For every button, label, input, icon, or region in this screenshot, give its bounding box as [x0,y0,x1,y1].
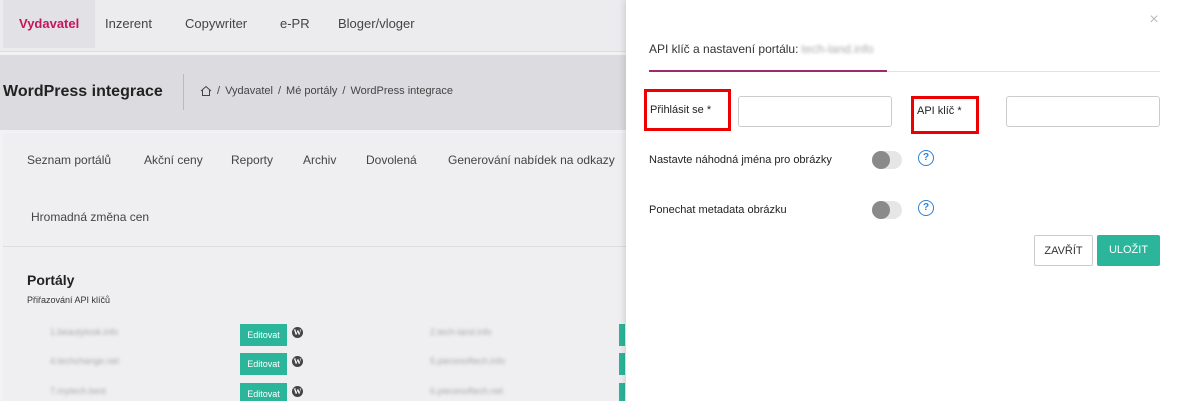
help-icon[interactable]: ? [918,200,934,216]
tab-e-pr[interactable]: e-PR [280,0,310,48]
modal-host: tech-land.info [801,42,874,56]
breadcrumb: / Vydavatel / Mé portály / WordPress int… [200,85,453,97]
edit-button-partial[interactable] [619,353,625,375]
modal-title-text: API klíč a nastavení portálu: [649,42,799,56]
subnav-akcni-ceny[interactable]: Akční ceny [144,153,203,167]
breadcrumb-vydavatel[interactable]: Vydavatel [225,85,273,97]
keep-metadata-toggle[interactable] [872,201,902,219]
breadcrumb-current: WordPress integrace [350,85,453,97]
login-input[interactable] [738,96,892,127]
help-icon[interactable]: ? [918,150,934,166]
edit-button-partial[interactable] [619,383,625,401]
api-key-modal: × API klíč a nastavení portálu: tech-land… [626,0,1188,401]
portal-name: 5.piecesoftech.info [430,356,506,366]
card-divider [3,246,643,247]
wordpress-icon: W [292,386,303,397]
tab-vydavatel[interactable]: Vydavatel [3,0,96,48]
close-button[interactable]: ZAVŘÍT [1034,235,1093,266]
toggle-knob [872,151,890,169]
subnav-archiv[interactable]: Archiv [303,153,336,167]
breadcrumb-separator: / [217,85,221,97]
wordpress-icon: W [292,327,303,338]
home-icon[interactable] [200,85,212,97]
subnav-generovani-nabidek[interactable]: Generování nabídek na odkazy [448,153,615,167]
api-key-label: API klíč * [917,105,962,117]
tab-inzerent[interactable]: Inzerent [105,0,152,48]
modal-title: API klíč a nastavení portálu: tech-land.i… [649,42,873,56]
api-key-input[interactable] [1006,96,1160,127]
tab-copywriter[interactable]: Copywriter [185,0,247,48]
tab-bloger-vloger[interactable]: Bloger/vloger [338,0,415,48]
breadcrumb-me-portaly[interactable]: Mé portály [286,85,337,97]
portal-name: 1.beautylook.info [50,327,119,337]
edit-button[interactable]: Editovat [240,324,287,346]
random-names-label: Nastavte náhodná jména pro obrázky [649,154,832,166]
modal-title-underline [649,70,887,72]
save-button[interactable]: ULOŽIT [1097,235,1160,266]
subnav-reporty[interactable]: Reporty [231,153,273,167]
subnav-hromadna-zmena-cen[interactable]: Hromadná změna cen [31,210,149,224]
subnav-dovolena[interactable]: Dovolená [366,153,417,167]
portal-name: 2.tech-land.info [430,327,492,337]
edit-button[interactable]: Editovat [240,383,287,401]
breadcrumb-separator: / [277,85,282,97]
keep-metadata-label: Ponechat metadata obrázku [649,204,787,216]
random-names-toggle[interactable] [872,151,902,169]
header-divider [183,74,184,110]
toggle-knob [872,201,890,219]
login-label: Přihlásit se * [650,104,712,116]
portaly-title: Portály [27,272,75,288]
page-title: WordPress integrace [3,83,163,100]
portal-name: 7.mytech.best [50,386,107,396]
portal-name: 6.piecesoftech.net [430,386,504,396]
breadcrumb-separator: / [342,85,346,97]
close-icon[interactable]: × [1144,10,1164,30]
edit-button[interactable]: Editovat [240,353,287,375]
subnav-seznam-portalu[interactable]: Seznam portálů [27,153,111,167]
portal-name: 4.techchange.net [50,356,120,366]
edit-button-partial[interactable] [619,324,625,346]
wordpress-icon: W [292,356,303,367]
portaly-subtitle: Přiřazování API klíčů [27,295,111,305]
